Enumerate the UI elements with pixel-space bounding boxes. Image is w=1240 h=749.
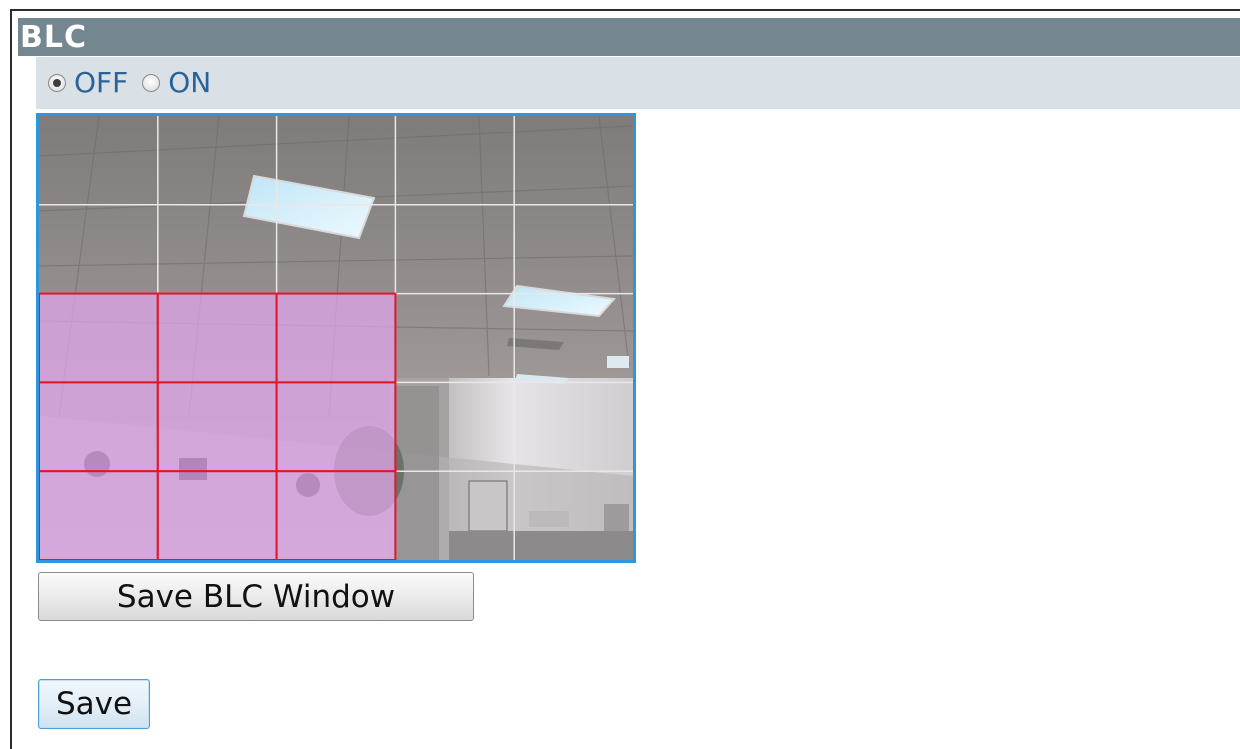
- radio-off[interactable]: OFF: [48, 69, 128, 97]
- section-header-blc: BLC: [18, 18, 1240, 56]
- radio-off-label[interactable]: OFF: [74, 69, 128, 97]
- blc-selected-cell[interactable]: [39, 292, 159, 384]
- save-blc-window-button[interactable]: Save BLC Window: [38, 572, 474, 621]
- blc-selected-cell[interactable]: [156, 470, 278, 560]
- radio-on-label[interactable]: ON: [168, 69, 211, 97]
- blc-selected-region[interactable]: [39, 292, 397, 560]
- radio-on[interactable]: ON: [142, 69, 211, 97]
- radio-on-indicator[interactable]: [142, 74, 161, 92]
- blc-mode-radio-group: OFF ON: [36, 57, 1240, 109]
- camera-preview-canvas[interactable]: [39, 116, 633, 560]
- camera-preview[interactable]: [36, 113, 636, 563]
- save-button[interactable]: Save: [38, 679, 150, 729]
- blc-selected-cell[interactable]: [275, 470, 397, 560]
- blc-selected-cell[interactable]: [39, 470, 159, 560]
- blc-selected-cell[interactable]: [156, 292, 278, 384]
- blc-selected-cell[interactable]: [39, 381, 159, 473]
- blc-selected-cell[interactable]: [156, 381, 278, 473]
- blc-selected-cell[interactable]: [275, 381, 397, 473]
- blc-selected-cell[interactable]: [275, 292, 397, 384]
- radio-off-indicator[interactable]: [48, 74, 66, 92]
